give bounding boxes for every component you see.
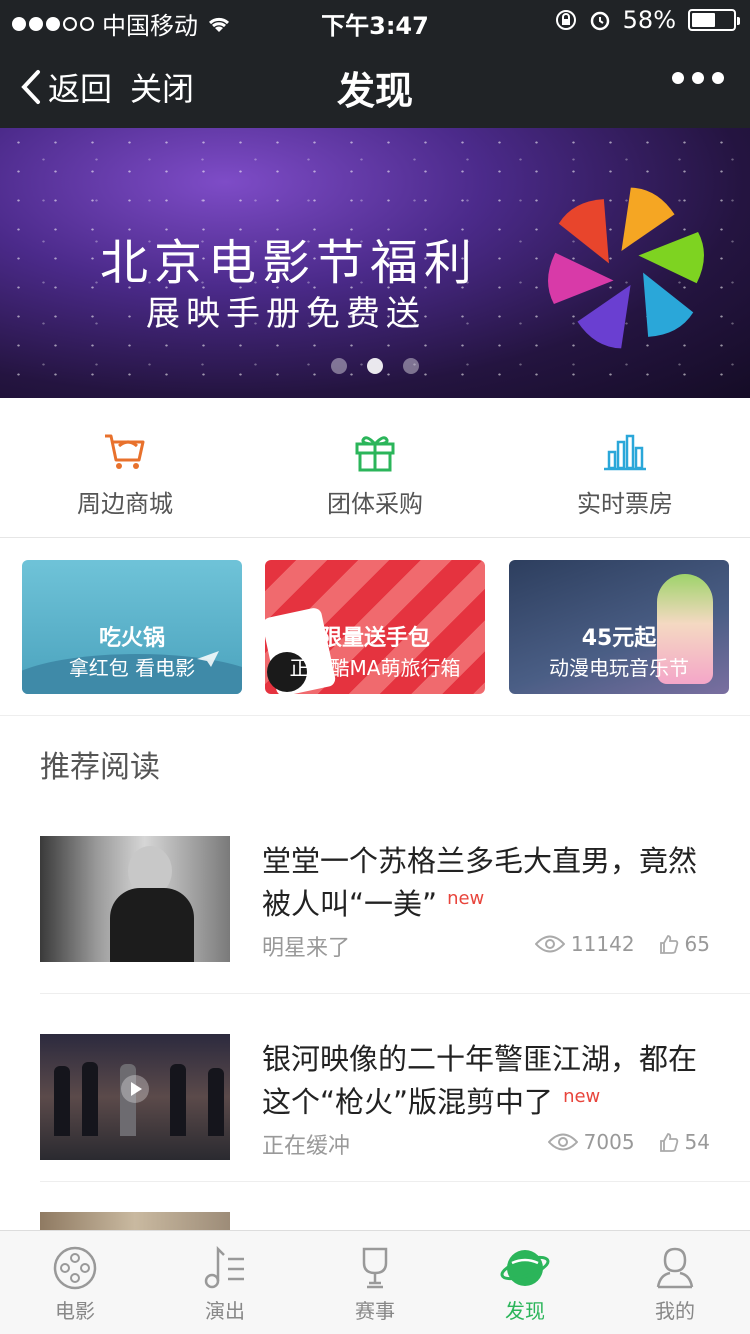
thumbs-up-icon	[659, 1133, 678, 1152]
new-badge: new	[563, 1086, 601, 1107]
logo-petal	[577, 285, 631, 349]
tab-label: 我的	[655, 1299, 695, 1323]
pager-dot[interactable]	[403, 358, 419, 374]
pager-dot[interactable]	[331, 358, 347, 374]
bar-chart-icon	[604, 434, 646, 471]
article-title: 银河映像的二十年警匪江湖，都在这个“枪火”版混剪中了 new	[262, 1042, 698, 1119]
trophy-icon	[362, 1247, 388, 1289]
article-item-partial[interactable]	[40, 1212, 230, 1230]
logo-petal	[621, 187, 675, 251]
banner-pager	[0, 358, 750, 374]
tab-label: 发现	[505, 1299, 545, 1323]
alarm-icon	[590, 11, 609, 31]
quick-links: 周边商城 团体采购 实时票房	[0, 398, 750, 538]
quick-link-merch-store[interactable]: 周边商城	[0, 398, 250, 537]
view-count: 11142	[570, 932, 635, 956]
divider	[40, 1181, 750, 1182]
page-title: 发现	[336, 69, 413, 113]
promo-subtitle: 动漫电玩音乐节	[549, 656, 689, 680]
article-thumbnail	[40, 1034, 230, 1160]
planet-icon	[500, 1250, 550, 1286]
rotation-lock-icon	[555, 10, 576, 30]
eye-icon	[547, 1133, 578, 1151]
quick-link-box-office[interactable]: 实时票房	[500, 398, 750, 537]
tab-profile[interactable]: 我的	[600, 1231, 750, 1334]
film-reel-icon	[53, 1246, 97, 1290]
play-icon[interactable]	[120, 1074, 150, 1104]
promo-title: 限量送手包	[319, 626, 430, 651]
promo-subtitle: 拿红包 看电影	[68, 656, 196, 680]
promo-cards: 吃火锅 拿红包 看电影 限量送手包 正版酷MA萌旅行箱 45元起 动漫电玩音乐节	[0, 538, 750, 716]
logo-petal	[643, 272, 694, 337]
battery-icon	[688, 9, 740, 31]
article-source: 明星来了	[262, 936, 351, 961]
tab-events[interactable]: 赛事	[300, 1231, 450, 1334]
tab-bar: 电影 演出 赛事 发现 我的	[0, 1230, 750, 1334]
promo-subtitle: 正版酷MA萌旅行箱	[289, 656, 461, 680]
eye-icon	[534, 935, 565, 953]
banner-subline: 展映手册免费送	[146, 294, 426, 334]
section-title: 推荐阅读	[40, 750, 160, 785]
quick-link-group-purchase[interactable]: 团体采购	[250, 398, 500, 537]
article-item[interactable]: 堂堂一个苏格兰多毛大直男，竟然被人叫“一美” new 明星来了 11142 65	[40, 836, 710, 996]
gift-icon	[355, 436, 395, 472]
promo-card-luggage[interactable]: 限量送手包 正版酷MA萌旅行箱	[265, 560, 485, 694]
article-source: 正在缓冲	[262, 1134, 351, 1159]
status-bar: 中国移动 下午3:47 58%	[0, 0, 750, 40]
article-thumbnail	[40, 836, 230, 962]
tab-label: 赛事	[355, 1299, 395, 1323]
view-count: 7005	[583, 1130, 635, 1154]
music-note-icon	[204, 1245, 244, 1289]
tab-label: 演出	[205, 1299, 245, 1323]
like-count: 54	[684, 1130, 710, 1154]
promo-banner[interactable]: 北京电影节福利 展映手册免费送	[0, 128, 750, 398]
divider	[40, 993, 750, 994]
thumbs-up-icon	[659, 935, 678, 954]
promo-title: 吃火锅	[98, 626, 165, 651]
more-options-icon[interactable]	[672, 72, 724, 84]
quick-link-label: 实时票房	[577, 490, 673, 518]
quick-link-label: 周边商城	[77, 490, 173, 518]
new-badge: new	[447, 888, 485, 909]
quick-link-label: 团体采购	[327, 490, 423, 518]
film-festival-logo	[548, 187, 704, 349]
banner-headline: 北京电影节福利	[100, 235, 479, 291]
battery-percent: 58%	[622, 6, 676, 34]
promo-card-hotpot[interactable]: 吃火锅 拿红包 看电影	[22, 560, 242, 694]
top-bar: 中国移动 下午3:47 58% 返回 关闭 发现	[0, 0, 750, 128]
like-count: 65	[684, 932, 710, 956]
pager-dot[interactable]	[367, 358, 383, 374]
tab-discover[interactable]: 发现	[450, 1231, 600, 1334]
tab-movies[interactable]: 电影	[0, 1231, 150, 1334]
promo-card-anime-festival[interactable]: 45元起 动漫电玩音乐节	[509, 560, 729, 694]
promo-title: 45元起	[581, 626, 657, 651]
article-title: 堂堂一个苏格兰多毛大直男，竟然被人叫“一美” new	[262, 844, 698, 921]
shopping-cart-icon	[105, 434, 145, 469]
logo-petal	[558, 199, 609, 264]
nav-bar: 返回 关闭 发现	[0, 40, 750, 128]
article-item[interactable]: 银河映像的二十年警匪江湖，都在这个“枪火”版混剪中了 new 正在缓冲 7005 …	[40, 1034, 710, 1194]
tab-shows[interactable]: 演出	[150, 1231, 300, 1334]
tab-label: 电影	[55, 1299, 95, 1323]
user-icon	[656, 1247, 694, 1289]
